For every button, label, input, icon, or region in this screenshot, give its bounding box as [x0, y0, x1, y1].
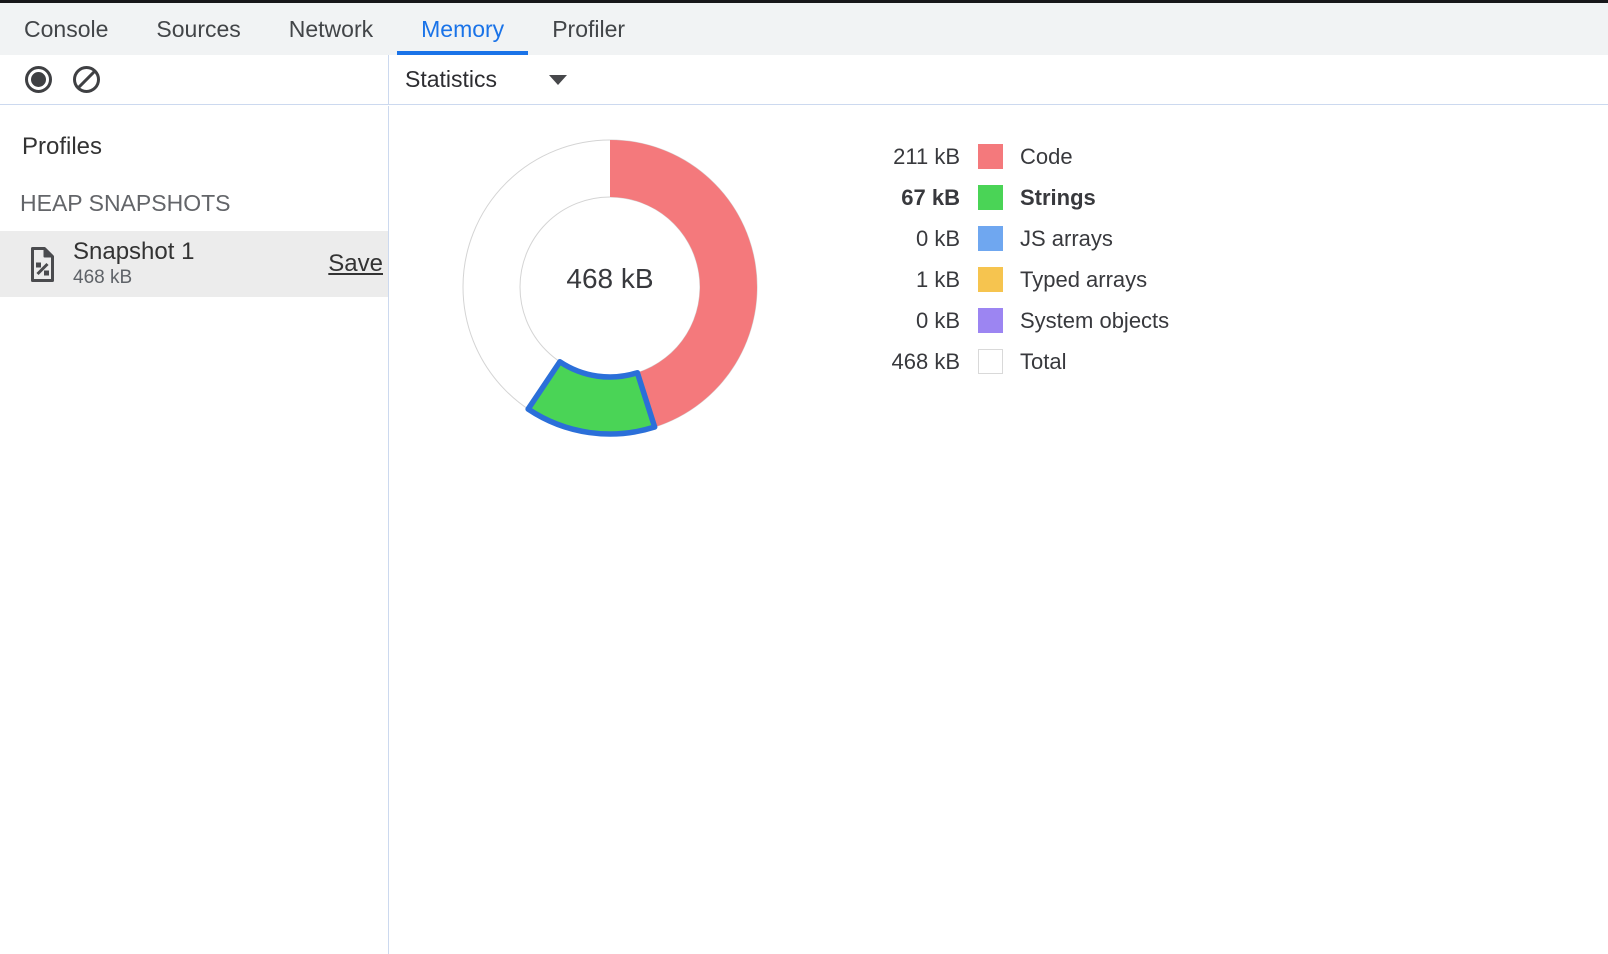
- legend-swatch-code: [978, 144, 1003, 169]
- heap-snapshot-file-icon: [29, 246, 56, 283]
- clear-icon: [73, 66, 100, 93]
- tab-console[interactable]: Console: [0, 3, 132, 55]
- legend-row-system-objects[interactable]: 0 kB System objects: [856, 300, 1169, 341]
- profiles-sidebar: Profiles HEAP SNAPSHOTS Snapshot 1 468 k…: [0, 106, 389, 954]
- legend-swatch-typed-arrays: [978, 267, 1003, 292]
- perspective-dropdown[interactable]: Statistics: [405, 66, 567, 93]
- tab-sources[interactable]: Sources: [132, 3, 264, 55]
- perspective-dropdown-value: Statistics: [405, 66, 497, 93]
- sidebar-title: Profiles: [22, 133, 388, 161]
- legend-row-code[interactable]: 211 kB Code: [856, 136, 1169, 177]
- legend-label: Total: [1020, 349, 1066, 375]
- toolbar-row: Statistics: [0, 55, 1608, 105]
- legend-swatch-js-arrays: [978, 226, 1003, 251]
- legend-label: Typed arrays: [1020, 267, 1147, 293]
- legend-row-total[interactable]: 468 kB Total: [856, 341, 1169, 382]
- tab-memory[interactable]: Memory: [397, 3, 528, 55]
- legend-swatch-system-objects: [978, 308, 1003, 333]
- legend-row-js-arrays[interactable]: 0 kB JS arrays: [856, 218, 1169, 259]
- legend-row-strings[interactable]: 67 kB Strings: [856, 177, 1169, 218]
- legend-label: Code: [1020, 144, 1073, 170]
- statistics-view: 468 kB 211 kB Code 67 kB Strings 0 kB JS arra…: [390, 106, 1608, 954]
- snapshot-name: Snapshot 1: [73, 239, 194, 264]
- legend-swatch-strings: [978, 185, 1003, 210]
- statistics-toolbar: Statistics: [389, 55, 1608, 104]
- clear-button[interactable]: [64, 58, 108, 102]
- legend-value: 0 kB: [856, 308, 960, 334]
- snapshot-save-link[interactable]: Save: [328, 250, 383, 278]
- snapshot-item[interactable]: Snapshot 1 468 kB Save: [0, 231, 388, 297]
- record-button[interactable]: [16, 58, 60, 102]
- legend-row-typed-arrays[interactable]: 1 kB Typed arrays: [856, 259, 1169, 300]
- snapshot-text: Snapshot 1 468 kB: [73, 239, 194, 288]
- profiles-toolbar: [0, 55, 389, 104]
- record-icon: [25, 66, 52, 93]
- legend-value: 0 kB: [856, 226, 960, 252]
- donut-center-label: 468 kB: [530, 263, 690, 295]
- legend-value: 67 kB: [856, 185, 960, 211]
- snapshot-size: 468 kB: [73, 267, 194, 289]
- legend-label: System objects: [1020, 308, 1169, 334]
- legend-label: JS arrays: [1020, 226, 1113, 252]
- heap-snapshots-header: HEAP SNAPSHOTS: [20, 190, 388, 217]
- legend-swatch-total: [978, 349, 1003, 374]
- devtools-memory-panel: Console Sources Network Memory Profiler …: [0, 0, 1608, 954]
- tab-network[interactable]: Network: [265, 3, 397, 55]
- legend-value: 1 kB: [856, 267, 960, 293]
- chevron-down-icon: [549, 75, 567, 85]
- tab-profiler[interactable]: Profiler: [528, 3, 649, 55]
- legend-value: 468 kB: [856, 349, 960, 375]
- legend: 211 kB Code 67 kB Strings 0 kB JS arrays 1 kB T…: [856, 136, 1169, 382]
- pie-slice-strings[interactable]: [528, 362, 655, 434]
- legend-value: 211 kB: [856, 144, 960, 170]
- devtools-tabbar: Console Sources Network Memory Profiler: [0, 3, 1608, 55]
- legend-label: Strings: [1020, 185, 1096, 211]
